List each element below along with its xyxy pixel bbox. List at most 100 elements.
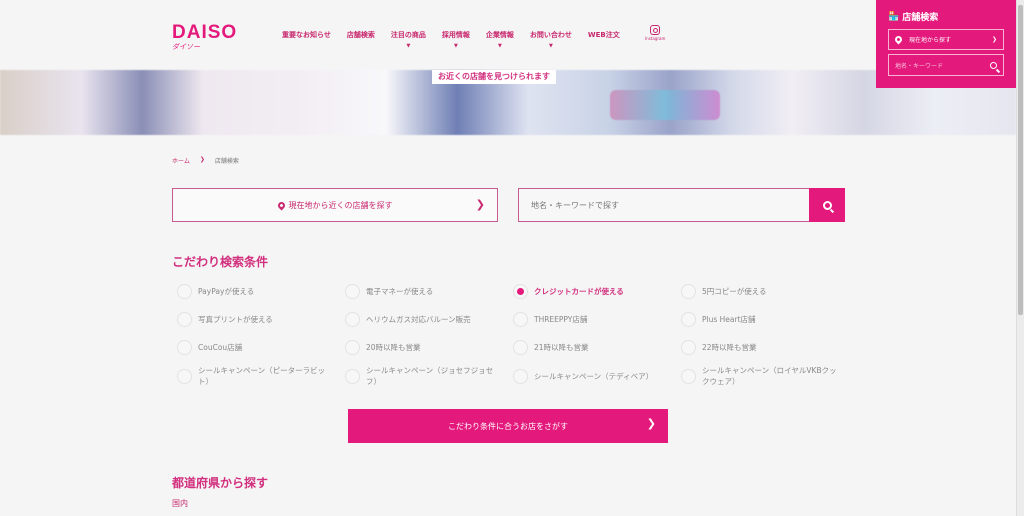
breadcrumb-current: 店舗検索	[214, 158, 239, 165]
side-current-location-button[interactable]: 現在地から探す ❯	[888, 29, 1004, 50]
condition-seal-teddy-bear[interactable]: シールキャンペーン（テディベア）	[513, 361, 681, 391]
condition-seal-peter-rabbit[interactable]: シールキャンペーン（ピーターラビット）	[177, 361, 345, 391]
site-header: DAISO ダイソー 重要なお知らせ 店舗検索 注目の商品 ▼ 採用情報 ▼ 企業情…	[0, 0, 1016, 70]
caret-down-icon: ▼	[453, 43, 458, 49]
main-nav: 重要なお知らせ 店舗検索 注目の商品 ▼ 採用情報 ▼ 企業情報 ▼ お問い合わせ ▼ …	[282, 30, 636, 49]
condition-open-after-20[interactable]: 20時以降も営業	[345, 333, 513, 361]
condition-5yen-copy[interactable]: 5円コピーが使える	[681, 277, 849, 305]
breadcrumb-separator-icon: ❯	[199, 156, 205, 163]
search-icon[interactable]	[990, 61, 997, 69]
radio-button[interactable]	[345, 368, 360, 384]
submit-label: こだわり条件に合うお店をさがす	[448, 421, 568, 431]
condition-label: 電子マネーが使える	[366, 286, 434, 296]
condition-label: クレジットカードが使える	[534, 286, 624, 296]
condition-seal-royal-vkb[interactable]: シールキャンペーン（ロイヤルVKBクックウェア）	[681, 361, 849, 391]
condition-photo-print[interactable]: 写真プリントが使える	[177, 305, 345, 333]
side-panel-title: 🏪 店舗検索	[888, 10, 1004, 24]
condition-label: 写真プリントが使える	[198, 314, 273, 324]
condition-label: PayPayが使える	[198, 286, 255, 296]
location-button-label: 現在地から近くの店舗を探す	[288, 200, 393, 210]
nav-featured-products[interactable]: 注目の商品 ▼	[390, 30, 426, 49]
chevron-right-icon: ❯	[991, 36, 997, 43]
nav-company[interactable]: 企業情報 ▼	[485, 30, 514, 49]
condition-label: 5円コピーが使える	[702, 286, 767, 296]
location-pin-icon	[893, 34, 904, 45]
condition-open-after-21[interactable]: 21時以降も営業	[513, 333, 681, 361]
daiso-logo[interactable]: DAISO ダイソー	[172, 22, 238, 52]
condition-label: シールキャンペーン（ピーターラビット）	[198, 366, 326, 386]
condition-label: ヘリウムガス対応バルーン販売	[366, 314, 471, 324]
side-store-search-panel: 🏪 店舗検索 現在地から探す ❯ 地名・キーワード	[876, 0, 1016, 88]
domestic-label[interactable]: 国内	[172, 498, 188, 509]
current-location-search-button[interactable]: 現在地から近くの店舗を探す ❯	[172, 188, 498, 222]
conditions-title: こだわり検索条件	[172, 255, 269, 269]
condition-label: THREEPPY店舗	[534, 314, 588, 324]
keyword-search	[518, 188, 845, 222]
caret-down-icon: ▼	[406, 43, 411, 49]
condition-label: Plus Heart店舗	[702, 314, 756, 324]
location-pin-icon	[276, 200, 286, 210]
scrollbar-thumb[interactable]	[1018, 5, 1023, 315]
instagram-icon	[650, 25, 661, 35]
condition-emoney[interactable]: 電子マネーが使える	[345, 277, 513, 305]
nav-important-news[interactable]: 重要なお知らせ	[282, 30, 331, 40]
search-button[interactable]	[809, 188, 845, 222]
radio-button[interactable]	[681, 339, 696, 355]
side-keyword-placeholder: 地名・キーワード	[895, 62, 944, 70]
condition-credit-card[interactable]: クレジットカードが使える	[513, 277, 681, 305]
condition-helium-balloon[interactable]: ヘリウムガス対応バルーン販売	[345, 305, 513, 333]
nav-store-search[interactable]: 店舗検索	[347, 30, 375, 40]
condition-label: シールキャンペーン（ジョセフジョセフ）	[366, 366, 494, 386]
search-icon	[822, 200, 832, 210]
logo-text: DAISO	[172, 22, 238, 43]
radio-button[interactable]	[345, 283, 360, 299]
condition-label: シールキャンペーン（ロイヤルVKBクックウェア）	[702, 366, 837, 386]
caret-down-icon: ▼	[497, 43, 502, 49]
condition-label: CouCou店舗	[198, 342, 243, 352]
radio-button[interactable]	[177, 283, 192, 299]
condition-open-after-22[interactable]: 22時以降も営業	[681, 333, 849, 361]
nav-web-order[interactable]: WEB注文	[588, 30, 620, 40]
nav-label: 採用情報	[441, 31, 470, 39]
condition-coucou[interactable]: CouCou店舗	[177, 333, 345, 361]
nav-label: 注目の商品	[390, 31, 426, 39]
radio-button-selected[interactable]	[513, 283, 528, 299]
keyword-search-input[interactable]	[518, 188, 809, 222]
breadcrumb: ホーム ❯ 店舗検索	[172, 156, 239, 165]
radio-button[interactable]	[345, 311, 360, 327]
radio-button[interactable]	[177, 311, 192, 327]
radio-button[interactable]	[513, 339, 528, 355]
logo-subtext: ダイソー	[172, 43, 200, 51]
radio-button[interactable]	[177, 368, 192, 384]
scrollbar[interactable]	[1016, 0, 1024, 516]
caret-down-icon: ▼	[548, 43, 553, 49]
condition-plus-heart[interactable]: Plus Heart店舗	[681, 305, 849, 333]
side-location-label: 現在地から探す	[909, 37, 952, 44]
radio-button[interactable]	[177, 339, 192, 355]
condition-seal-joseph-joseph[interactable]: シールキャンペーン（ジョセフジョセフ）	[345, 361, 513, 391]
condition-label: 20時以降も営業	[366, 342, 421, 352]
nav-label: お問い合わせ	[529, 31, 572, 39]
store-icon: 🏪	[888, 11, 900, 22]
radio-button[interactable]	[681, 283, 696, 299]
instagram-link[interactable]: Instagram	[645, 25, 665, 41]
condition-paypay[interactable]: PayPayが使える	[177, 277, 345, 305]
radio-button[interactable]	[513, 368, 528, 384]
prefecture-title: 都道府県から探す	[172, 476, 269, 490]
radio-button[interactable]	[345, 339, 360, 355]
condition-threeppy[interactable]: THREEPPY店舗	[513, 305, 681, 333]
condition-label: 21時以降も営業	[534, 342, 589, 352]
side-panel-title-text: 店舗検索	[902, 13, 939, 23]
search-by-conditions-button[interactable]: こだわり条件に合うお店をさがす ❯	[348, 409, 668, 443]
nav-recruit[interactable]: 採用情報 ▼	[441, 30, 470, 49]
nav-label: 企業情報	[485, 31, 514, 39]
conditions-grid: PayPayが使える 電子マネーが使える クレジットカードが使える 5円コピーが…	[177, 277, 857, 391]
radio-button[interactable]	[681, 311, 696, 327]
radio-button[interactable]	[513, 311, 528, 327]
side-keyword-input[interactable]: 地名・キーワード	[888, 54, 1004, 76]
chevron-right-icon: ❯	[475, 198, 485, 211]
breadcrumb-home[interactable]: ホーム	[172, 156, 190, 165]
instagram-label: Instagram	[645, 36, 666, 41]
radio-button[interactable]	[681, 368, 696, 384]
nav-contact[interactable]: お問い合わせ ▼	[529, 30, 572, 49]
